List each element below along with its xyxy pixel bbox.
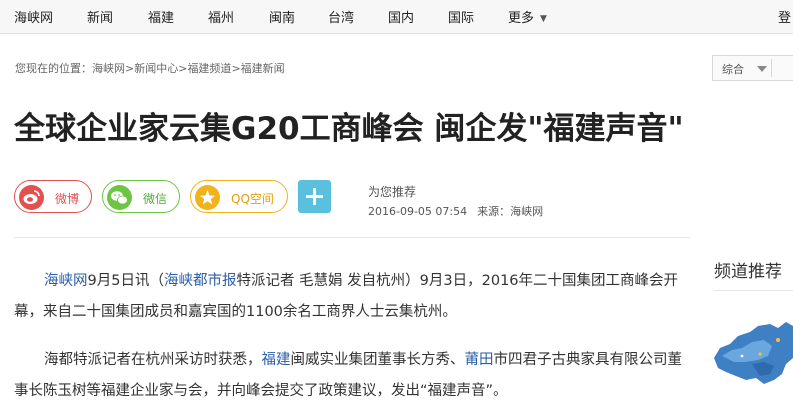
nav-item-fuzhou[interactable]: 福州 xyxy=(208,7,234,26)
share-qzone-button[interactable]: QQ空间 xyxy=(190,180,288,213)
nav-item-taiwan[interactable]: 台湾 xyxy=(328,7,354,26)
article-meta: 2016-09-05 07:54 来源：海峡网 xyxy=(368,203,543,219)
article-datetime: 2016-09-05 07:54 xyxy=(368,205,468,218)
plus-icon-stroke xyxy=(313,188,316,205)
breadcrumb-prefix: 您现在的位置： xyxy=(15,62,92,75)
share-weibo-button[interactable]: 微博 xyxy=(14,180,92,213)
share-wechat-button[interactable]: 微信 xyxy=(102,180,180,213)
sidebar-divider xyxy=(714,290,793,291)
share-qzone-label: QQ空间 xyxy=(231,192,274,206)
paragraph-text: 海都特派记者在杭州采访时获悉， xyxy=(44,352,262,368)
paragraph-text: 闽威实业集团董事长方秀、 xyxy=(290,352,465,368)
nav-item-fujian[interactable]: 福建 xyxy=(148,7,174,26)
dropdown-arrow-icon[interactable] xyxy=(757,66,767,72)
article-paragraph: 海峡网9月5日讯（海峡都市报特派记者 毛慧娟 发自杭州）9月3日，2016年二十… xyxy=(14,266,684,328)
qzone-star-icon xyxy=(195,185,220,210)
china-map-image[interactable] xyxy=(712,318,793,393)
nav-item-more[interactable]: 更多 ▼ xyxy=(508,7,547,26)
weibo-icon xyxy=(19,185,44,210)
nav-item-minnan[interactable]: 闽南 xyxy=(269,7,295,26)
share-wechat-label: 微信 xyxy=(143,192,168,206)
breadcrumb-separator: > xyxy=(231,62,241,75)
divider xyxy=(14,237,690,238)
article-source: 来源：海峡网 xyxy=(477,205,544,218)
breadcrumb-separator: > xyxy=(125,62,135,75)
putian-link[interactable]: 莆田 xyxy=(465,352,494,368)
breadcrumb-item[interactable]: 海峡网 xyxy=(92,62,125,75)
source-link[interactable]: 海峡网 xyxy=(44,273,88,289)
wechat-icon xyxy=(107,185,132,210)
chevron-down-icon: ▼ xyxy=(540,14,547,24)
article-title: 全球企业家云集G20工商峰会 闽企发"福建声音" xyxy=(14,111,684,147)
sidebar-title: 频道推荐 xyxy=(714,262,782,282)
search-category-select[interactable]: 综合 xyxy=(722,61,744,77)
article-paragraph: 海都特派记者在杭州采访时获悉，福建闽威实业集团董事长方秀、莆田市四君子古典家具有… xyxy=(14,345,684,407)
breadcrumb-item[interactable]: 福建新闻 xyxy=(241,62,285,75)
newspaper-link[interactable]: 海峡都市报 xyxy=(164,273,237,289)
nav-item-news[interactable]: 新闻 xyxy=(87,7,113,26)
nav-more-label: 更多 xyxy=(508,11,535,26)
nav-item-international[interactable]: 国际 xyxy=(448,7,474,26)
search-divider xyxy=(771,59,772,77)
nav-item-domestic[interactable]: 国内 xyxy=(388,7,414,26)
breadcrumb: 您现在的位置：海峡网>新闻中心>福建频道>福建新闻 xyxy=(15,60,285,76)
search-box[interactable]: 综合 xyxy=(712,55,793,81)
breadcrumb-item[interactable]: 福建频道 xyxy=(187,62,231,75)
top-nav: 海峡网 新闻 福建 福州 闽南 台湾 国内 国际 更多 ▼ 登 xyxy=(0,0,793,34)
paragraph-text: 9月5日讯（ xyxy=(87,273,164,289)
fujian-link[interactable]: 福建 xyxy=(262,352,291,368)
recommend-label[interactable]: 为您推荐 xyxy=(368,183,416,200)
breadcrumb-item[interactable]: 新闻中心 xyxy=(134,62,178,75)
nav-item-home[interactable]: 海峡网 xyxy=(14,7,53,26)
login-link[interactable]: 登 xyxy=(778,7,791,26)
share-weibo-label: 微博 xyxy=(55,192,80,206)
share-more-button[interactable] xyxy=(298,180,331,213)
